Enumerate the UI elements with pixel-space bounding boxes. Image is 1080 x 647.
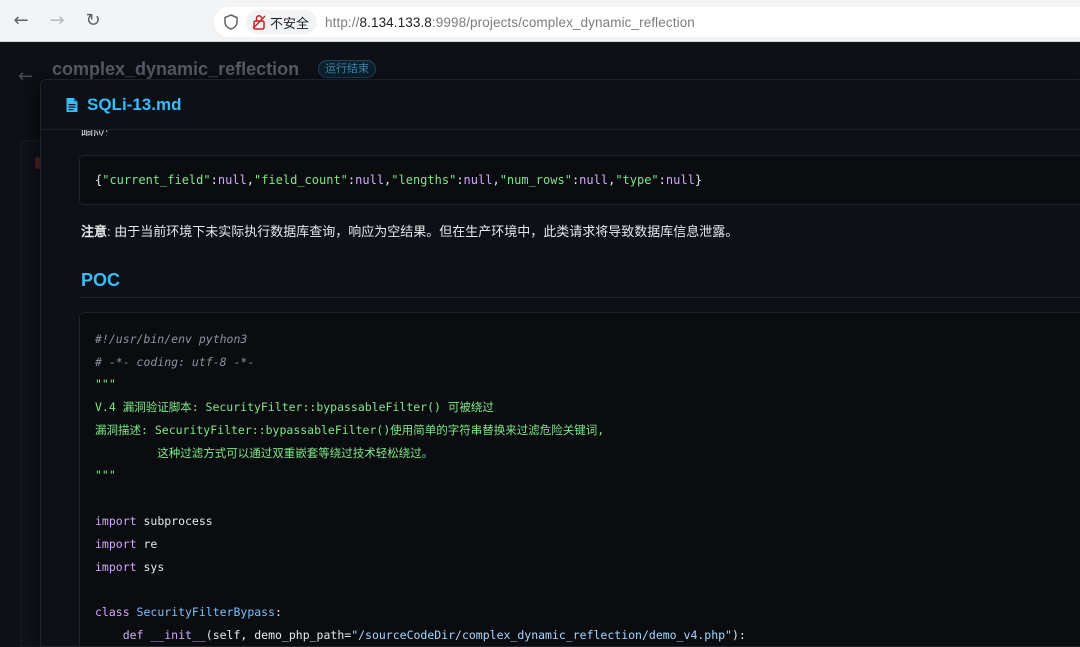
section-heading-poc: POC xyxy=(81,270,121,290)
code-line: import sys xyxy=(95,557,164,577)
markdown-content: 响应: {"current_field":null,"field_count":… xyxy=(79,130,1080,646)
json-key: "current_field" xyxy=(102,173,211,187)
code-text: sys xyxy=(136,560,165,574)
code-line: """ xyxy=(95,468,116,482)
browser-toolbar: ← → ↻ 不安全 http://8.134.133.8:9998/projec… xyxy=(0,0,1080,42)
unlock-icon xyxy=(252,15,266,30)
note-paragraph: 注意: 由于当前环境下未实际执行数据库查询，响应为空结果。但在生产环境中，此类请… xyxy=(81,221,738,240)
json-value: null xyxy=(217,173,247,187)
modal-title: SQLi-13.md xyxy=(87,94,182,114)
code-line: def __init__(self, demo_php_path="/sourc… xyxy=(95,625,746,645)
code-keyword: import xyxy=(95,560,137,574)
code-function-name: __init__ xyxy=(143,628,206,642)
code-line: """ xyxy=(95,377,116,391)
code-string: "/sourceCodeDir/complex_dynamic_reflecti… xyxy=(351,628,732,642)
insecure-indicator[interactable]: 不安全 xyxy=(246,10,318,34)
code-text: (self, demo_php_path= xyxy=(205,628,352,642)
page-back-icon[interactable]: ← xyxy=(18,66,33,87)
code-class-name: SecurityFilterBypass xyxy=(129,605,276,619)
code-line: 这种过滤方式可以通过双重嵌套等绕过技术轻松绕过。 xyxy=(95,446,434,460)
json-value: null xyxy=(579,173,609,187)
status-badge: 运行结束 xyxy=(318,60,376,78)
url-scheme: http:// xyxy=(325,14,360,30)
forward-icon[interactable]: → xyxy=(40,4,74,38)
json-key: "lengths" xyxy=(391,173,457,187)
code-text: re xyxy=(136,537,158,551)
note-text: : 由于当前环境下未实际执行数据库查询，响应为空结果。但在生产环境中，此类请求将… xyxy=(107,224,739,239)
code-line: import subprocess xyxy=(95,511,213,531)
code-keyword: import xyxy=(95,514,137,528)
url-path: :9998/projects/complex_dynamic_reflectio… xyxy=(431,14,695,30)
json-response-block: {"current_field": null, "field_count": null… xyxy=(79,155,1080,205)
code-text: ): xyxy=(732,628,746,642)
code-line: # -*- coding: utf-8 -*- xyxy=(95,355,255,369)
code-keyword: import xyxy=(95,537,137,551)
reload-icon[interactable]: ↻ xyxy=(76,4,110,38)
code-keyword: def xyxy=(95,628,144,642)
json-key: "field_count" xyxy=(253,173,348,187)
json-value: null xyxy=(665,173,695,187)
back-icon[interactable]: ← xyxy=(4,4,38,38)
code-line: #!/usr/bin/env python3 xyxy=(95,332,248,346)
code-line: 漏洞描述: SecurityFilter::bypassableFilter()… xyxy=(95,423,605,437)
url-text[interactable]: http://8.134.133.8:9998/projects/complex… xyxy=(325,15,695,30)
address-bar[interactable]: 不安全 http://8.134.133.8:9998/projects/com… xyxy=(214,7,1080,37)
code-line: V.4 漏洞验证脚本: SecurityFilter::bypassableFi… xyxy=(95,400,494,414)
modal-header: SQLi-13.md xyxy=(41,80,1080,130)
json-key: "num_rows" xyxy=(499,173,572,187)
code-keyword: class xyxy=(95,605,130,619)
note-label: 注意 xyxy=(81,224,108,239)
code-text: subprocess xyxy=(136,514,213,528)
markdown-viewer-modal: SQLi-13.md 响应: {"current_field":null,"fi… xyxy=(40,79,1080,647)
code-line: class SecurityFilterBypass: xyxy=(95,602,282,622)
shield-icon[interactable] xyxy=(218,7,244,37)
poc-code-block: #!/usr/bin/env python3 # -*- coding: utf… xyxy=(79,312,1080,646)
file-text-icon xyxy=(66,97,78,112)
response-label: 响应: xyxy=(81,130,108,136)
section-divider xyxy=(79,297,1080,298)
insecure-label: 不安全 xyxy=(270,15,310,31)
code-text: : xyxy=(275,605,282,619)
json-key: "type" xyxy=(615,173,659,187)
json-value: null xyxy=(463,173,493,187)
page-title: complex_dynamic_reflection xyxy=(52,59,300,79)
json-value: null xyxy=(355,173,385,187)
url-host: 8.134.133.8 xyxy=(359,14,432,30)
code-line: import re xyxy=(95,534,157,554)
